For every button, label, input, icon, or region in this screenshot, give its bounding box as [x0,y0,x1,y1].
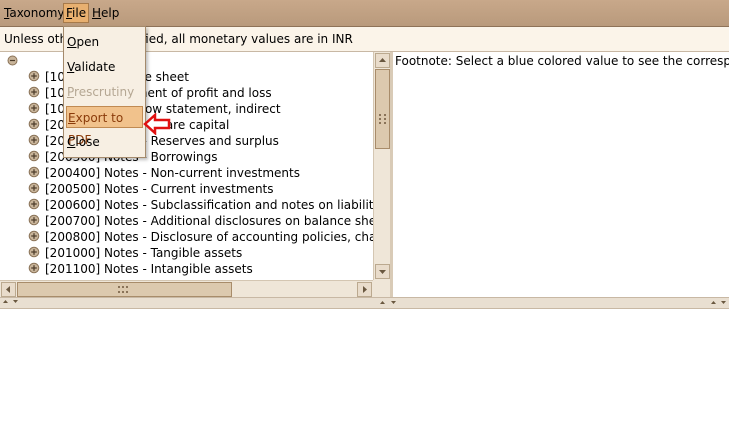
tree-item[interactable]: [200700] Notes - Additional disclosures … [0,213,373,229]
scroll-up-button[interactable] [375,53,390,68]
divider-arrows-icon[interactable] [0,298,729,306]
arrow-left-icon [6,286,10,293]
menu-item-export-pdf[interactable]: Export to PDF [66,106,143,147]
footnote-text: Footnote: Select a blue colored value to… [395,54,729,68]
expand-node-icon[interactable] [28,86,40,98]
detail-pane [0,309,729,446]
tree-item[interactable]: [200500] Notes - Current investments [0,181,373,197]
expand-node-icon[interactable] [28,102,40,114]
tree-item[interactable]: [200400] Notes - Non-current investments [0,165,373,181]
tree-item-label: [200600] Notes - Subclassification and n… [45,198,373,212]
open-label: pen [76,35,100,49]
scroll-left-button[interactable] [1,282,16,297]
expand-node-icon[interactable] [28,198,40,210]
tree-item[interactable]: [201100] Notes - Intangible assets [0,261,373,277]
expand-node-icon[interactable] [28,182,40,194]
menu-file-label: ile [72,6,87,20]
menu-help-label: elp [101,6,120,20]
prescrutiny-mnemonic: P [67,85,75,99]
expand-node-icon[interactable] [28,70,40,82]
scroll-down-button[interactable] [375,264,390,279]
tree-item[interactable]: [100200] Statement of profit and loss [0,85,373,101]
expand-node-icon[interactable] [28,230,40,242]
export-pdf-mnemonic: E [68,111,76,125]
expand-node-icon[interactable] [28,262,40,274]
tree-item[interactable]: [200800] Notes - Disclosure of accountin… [0,229,373,245]
currency-note: Unless otherwise specified, all monetary… [4,32,353,46]
tree-root-icon[interactable] [7,55,18,66]
tree-item-label: [201100] Notes - Intangible assets [45,262,253,276]
tree-horizontal-scrollbar[interactable] [0,280,373,298]
menu-item-prescrutiny: Prescrutiny [66,81,144,103]
tree-item[interactable]: [100300] Cash flow statement, indirect [0,101,373,117]
validate-label: alidate [74,60,116,74]
close-label: lose [75,135,100,149]
expand-node-icon[interactable] [28,166,40,178]
arrow-right-icon [363,286,367,293]
menu-item-open[interactable]: Open [66,31,144,53]
tree-item-label: [200700] Notes - Additional disclosures … [45,214,373,228]
tree-item-label: [201000] Notes - Tangible assets [45,246,243,260]
tree-item[interactable]: [200200] Notes - Reserves and surplus [0,133,373,149]
tree-item[interactable]: [200300] Notes - Borrowings [0,149,373,165]
menu-item-close[interactable]: Close [66,131,144,153]
horizontal-scroll-thumb[interactable] [17,282,232,297]
scrollbar-corner [373,280,391,297]
arrow-up-icon [379,58,386,62]
arrow-down-icon [379,270,386,274]
expand-node-icon[interactable] [28,150,40,162]
menu-help-mnemonic: H [92,6,102,20]
red-arrow-icon [143,113,171,135]
footnote-pane: Footnote: Select a blue colored value to… [393,52,729,297]
menu-help[interactable]: Help [90,4,121,22]
menu-taxonomy-label: axonomy [9,6,65,20]
expand-node-icon[interactable] [28,118,40,130]
tree-item-label: [200800] Notes - Disclosure of accountin… [45,230,373,244]
menu-item-validate[interactable]: Validate [66,56,144,78]
menu-taxonomy[interactable]: Taxonomy [2,4,67,22]
expand-node-icon[interactable] [28,214,40,226]
tree-item-label: [200400] Notes - Non-current investments [45,166,300,180]
menu-file[interactable]: File [63,3,90,23]
tree-item-label: [200500] Notes - Current investments [45,182,274,196]
file-menu-dropdown: Open Validate Prescrutiny Export to PDF … [63,26,146,158]
expand-node-icon[interactable] [28,134,40,146]
tree-item[interactable]: [201000] Notes - Tangible assets [0,245,373,261]
tree-item[interactable]: [100100] Balance sheet [0,69,373,85]
expand-node-icon[interactable] [28,246,40,258]
vertical-scroll-thumb[interactable] [375,69,390,149]
tree-item[interactable]: [200600] Notes - Subclassification and n… [0,197,373,213]
grip-icon [379,114,386,124]
grip-icon [118,286,128,293]
menu-bar: Taxonomy File Help [0,0,729,27]
scroll-right-button[interactable] [357,282,372,297]
prescrutiny-label: rescrutiny [74,85,135,99]
tree-vertical-scrollbar[interactable] [373,52,391,280]
split-pane-divider-horizontal[interactable] [0,297,729,309]
taxonomy-tree: [100100] Balance sheet[100200] Statement… [0,52,373,296]
tree-item[interactable]: [200100] Notes - Share capital [0,117,373,133]
